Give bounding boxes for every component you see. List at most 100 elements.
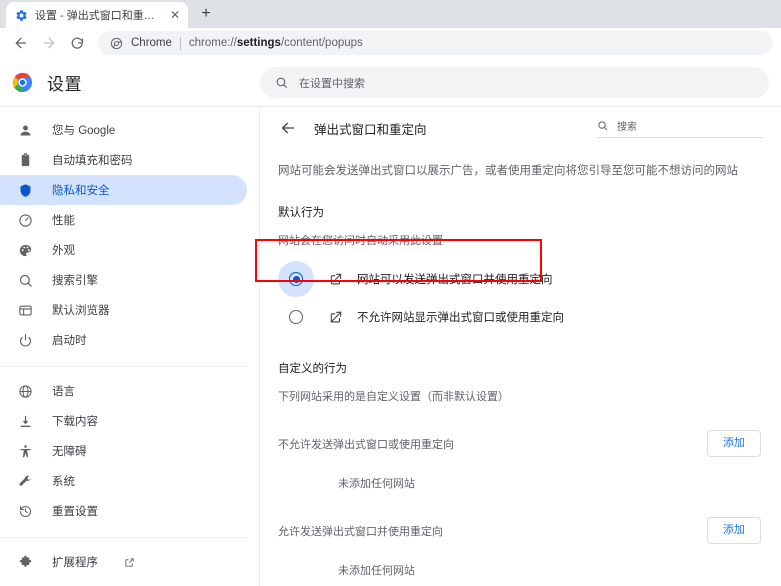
custom-behavior-subtext: 下列网站采用的是自定义设置（而非默认设置） (278, 391, 509, 404)
sidebar-item-label: 性能 (52, 215, 75, 227)
sidebar-item-label: 外观 (52, 245, 75, 257)
default-behavior-subtext: 网站会在您访问时自动采用此设置 (278, 235, 443, 248)
chrome-icon (110, 37, 123, 50)
radio-option-allow-popups[interactable]: 网站可以发送弹出式窗口并使用重定向 (278, 260, 761, 298)
exception-block-row: 不允许发送弹出式窗口或使用重定向 添加 (278, 404, 761, 458)
chrome-logo-icon (12, 72, 33, 93)
exception-allow-label: 允许发送弹出式窗口并使用重定向 (278, 525, 443, 538)
sidebar-item-languages[interactable]: 语言 (0, 376, 247, 406)
reload-icon[interactable] (64, 30, 90, 56)
sidebar-item-downloads[interactable]: 下载内容 (0, 406, 247, 436)
download-icon (17, 413, 34, 430)
omnibox-separator (179, 36, 181, 50)
arrow-left-icon[interactable] (278, 118, 298, 138)
power-icon (17, 332, 34, 349)
close-icon[interactable]: ✕ (168, 8, 182, 22)
sidebar-item-label: 搜索引擎 (52, 275, 98, 287)
sidebar-item-label: 您与 Google (52, 125, 116, 137)
radio-option-label: 不允许网站显示弹出式窗口或使用重定向 (357, 312, 564, 325)
sidebar-item-appearance[interactable]: 外观 (0, 235, 247, 265)
settings-brand: 设置 (0, 70, 260, 95)
shield-icon (17, 182, 34, 199)
radio-circle (289, 272, 303, 287)
subpage-title: 弹出式窗口和重定向 (314, 122, 427, 137)
wrench-icon (17, 473, 34, 490)
exception-block-empty: 未添加任何网站 (338, 478, 415, 491)
sidebar-item-you-and-google[interactable]: 您与 Google (0, 115, 247, 145)
back-icon[interactable] (8, 30, 34, 56)
omnibox-scheme-label: Chrome (131, 37, 172, 49)
subpage-search-input[interactable]: 搜索 (597, 118, 763, 138)
sidebar-group-advanced: 语言 下载内容 无障碍 系统 重置设置 (0, 376, 259, 530)
settings-search-placeholder: 在设置中搜索 (299, 77, 365, 90)
exception-block-label: 不允许发送弹出式窗口或使用重定向 (278, 438, 454, 451)
radio-dot (292, 275, 300, 283)
radio-circle (289, 310, 303, 325)
search-icon (275, 76, 288, 89)
sidebar-item-label: 扩展程序 (52, 557, 98, 569)
exception-allow-row: 允许发送弹出式窗口并使用重定向 添加 (278, 491, 761, 545)
sidebar-item-label: 隐私和安全 (52, 185, 110, 197)
radio-option-label: 网站可以发送弹出式窗口并使用重定向 (357, 274, 553, 287)
radio-option-block-popups[interactable]: 不允许网站显示弹出式窗口或使用重定向 (278, 298, 761, 336)
omnibox-url: chrome://settings/content/popups (189, 37, 363, 49)
url-suffix: /content/popups (280, 37, 363, 49)
add-blocked-site-button[interactable]: 添加 (707, 430, 761, 458)
forward-icon[interactable] (36, 30, 62, 56)
sidebar-item-reset-settings[interactable]: 重置设置 (0, 496, 247, 526)
new-tab-button[interactable]: + (193, 1, 219, 27)
sidebar-divider (0, 537, 247, 538)
popups-description: 网站可能会发送弹出式窗口以展示广告，或者使用重定向将您引导至您可能不想访问的网站 (278, 165, 738, 177)
sidebar-item-extensions[interactable]: 扩展程序 (0, 547, 247, 577)
add-allowed-site-button[interactable]: 添加 (707, 517, 761, 545)
gear-icon (15, 9, 28, 22)
sidebar-item-performance[interactable]: 性能 (0, 205, 247, 235)
address-bar[interactable]: Chrome chrome://settings/content/popups (98, 31, 773, 55)
sidebar-item-system[interactable]: 系统 (0, 466, 247, 496)
sidebar-item-label: 默认浏览器 (52, 305, 110, 317)
tab-title: 设置 - 弹出式窗口和重定向 (35, 10, 161, 22)
accessibility-icon (17, 443, 34, 460)
subpage-header: 弹出式窗口和重定向 搜索 (260, 107, 781, 149)
popup-allowed-icon (328, 271, 344, 287)
sidebar-item-on-startup[interactable]: 启动时 (0, 325, 247, 355)
url-bold-segment: settings (236, 37, 281, 49)
sidebar-item-search-engine[interactable]: 搜索引擎 (0, 265, 247, 295)
external-link-icon (124, 556, 136, 568)
sidebar-item-privacy-security[interactable]: 隐私和安全 (0, 175, 247, 205)
sidebar-group-footer: 扩展程序 关于 Chrome (0, 547, 259, 586)
sidebar-item-label: 系统 (52, 476, 75, 488)
browser-window-icon (17, 302, 34, 319)
sidebar-item-accessibility[interactable]: 无障碍 (0, 436, 247, 466)
custom-behavior-heading: 自定义的行为 (278, 363, 347, 376)
settings-content: 网站可能会发送弹出式窗口以展示广告，或者使用重定向将您引导至您可能不想访问的网站… (260, 149, 781, 578)
history-restore-icon (17, 503, 34, 520)
content-scrollbar[interactable] (776, 107, 781, 586)
sidebar-item-default-browser[interactable]: 默认浏览器 (0, 295, 247, 325)
sidebar: 您与 Google 自动填充和密码 隐私和安全 性能 外观 搜索引擎 默认浏览器… (0, 107, 260, 586)
sidebar-item-label: 语言 (52, 386, 75, 398)
speedometer-icon (17, 212, 34, 229)
radio-button-allow[interactable] (278, 261, 314, 298)
sidebar-group-main: 您与 Google 自动填充和密码 隐私和安全 性能 外观 搜索引擎 默认浏览器… (0, 115, 259, 359)
radio-button-block[interactable] (278, 299, 314, 335)
default-behavior-radio-group: 网站可以发送弹出式窗口并使用重定向 不允许网站显示弹出式窗口或使用重定向 (278, 248, 761, 336)
default-behavior-heading: 默认行为 (278, 207, 324, 220)
url-prefix: chrome:// (188, 37, 237, 49)
sidebar-item-autofill-passwords[interactable]: 自动填充和密码 (0, 145, 247, 175)
browser-toolbar: Chrome chrome://settings/content/popups (0, 28, 781, 59)
search-icon (597, 120, 608, 131)
sidebar-item-label: 启动时 (52, 335, 87, 347)
popup-blocked-icon (328, 309, 344, 325)
browser-tab[interactable]: 设置 - 弹出式窗口和重定向 ✕ (6, 2, 188, 28)
settings-search-input[interactable]: 在设置中搜索 (260, 67, 769, 98)
sidebar-item-label: 重置设置 (52, 506, 98, 518)
subpage-search-placeholder: 搜索 (617, 122, 637, 133)
palette-icon (17, 242, 34, 259)
tab-strip: 设置 - 弹出式窗口和重定向 ✕ + (0, 0, 781, 28)
settings-body: 您与 Google 自动填充和密码 隐私和安全 性能 外观 搜索引擎 默认浏览器… (0, 106, 781, 586)
sidebar-item-label: 自动填充和密码 (52, 155, 133, 167)
person-icon (17, 122, 34, 139)
sidebar-item-about-chrome[interactable]: 关于 Chrome (0, 577, 247, 586)
main-content: 弹出式窗口和重定向 搜索 网站可能会发送弹出式窗口以展示广告，或者使用重定向将您… (260, 107, 781, 586)
